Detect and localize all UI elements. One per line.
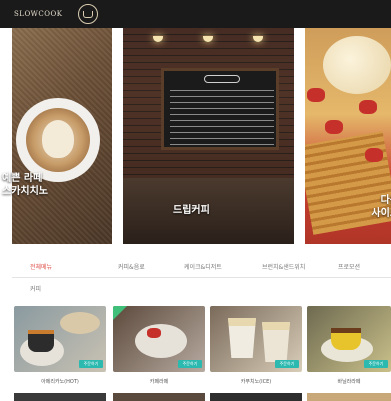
product-card-image[interactable]: [210, 393, 302, 401]
new-tag-icon: [113, 306, 127, 320]
site-logo[interactable]: SLOWCOOK: [14, 10, 62, 18]
product-name[interactable]: 카푸치노(ICE): [210, 378, 302, 385]
product-name[interactable]: 아메리카노(HOT): [14, 378, 106, 385]
product-card-image[interactable]: [113, 393, 205, 401]
banner-waffle-caption: 다음 사이드: [329, 194, 391, 220]
banner-cafe[interactable]: 드립커피: [123, 28, 294, 244]
top-bar: SLOWCOOK: [0, 0, 391, 28]
product-card-image[interactable]: [307, 393, 391, 401]
product-card-image[interactable]: 주문하기: [14, 306, 106, 372]
product-card-image[interactable]: 주문하기: [307, 306, 391, 372]
product-name[interactable]: 바닐라라떼: [307, 378, 391, 385]
category-tabs: 전체메뉴 커피&음료 케이크&디저트 브런치&샌드위치 프로모션: [12, 252, 391, 278]
takeaway-cup-icon: [228, 318, 256, 358]
tab-brunch[interactable]: 브런치&샌드위치: [262, 262, 305, 271]
caption-line: 다음: [380, 195, 391, 206]
tab-coffee-drinks[interactable]: 커피&음료: [118, 262, 145, 271]
coffee-cup-icon: [78, 4, 98, 24]
tab-promotion[interactable]: 프로모션: [338, 262, 360, 271]
caption-line: 사이드: [371, 208, 391, 219]
product-name[interactable]: 카페라떼: [113, 378, 205, 385]
tab-cake-dessert[interactable]: 케이크&디저트: [184, 262, 222, 271]
caption-line: 스카치치노: [2, 186, 48, 197]
banner-cafe-caption: 드립커피: [173, 204, 273, 217]
order-badge[interactable]: 주문하기: [79, 360, 103, 368]
banner-latte[interactable]: [12, 28, 112, 244]
banner-latte-caption: 예쁜 라떼 스카치치노: [2, 172, 102, 198]
tab-all-menu[interactable]: 전체메뉴: [30, 262, 52, 271]
product-card-image[interactable]: 주문하기: [210, 306, 302, 372]
order-badge[interactable]: 주문하기: [364, 360, 388, 368]
caption-line: 드립커피: [173, 205, 210, 216]
subtab-coffee[interactable]: 커피: [30, 284, 41, 293]
order-badge[interactable]: 주문하기: [275, 360, 299, 368]
coffee-cup-icon: [28, 330, 54, 352]
banner-waffle[interactable]: 다음 사이드: [305, 28, 391, 244]
product-card-image[interactable]: 주문하기: [113, 306, 205, 372]
coffee-cup-icon: [331, 328, 361, 350]
chalkboard-menu-image: [161, 68, 279, 150]
product-card-image[interactable]: [14, 393, 106, 401]
order-badge[interactable]: 주문하기: [178, 360, 202, 368]
caption-line: 예쁜 라떼: [2, 173, 43, 184]
